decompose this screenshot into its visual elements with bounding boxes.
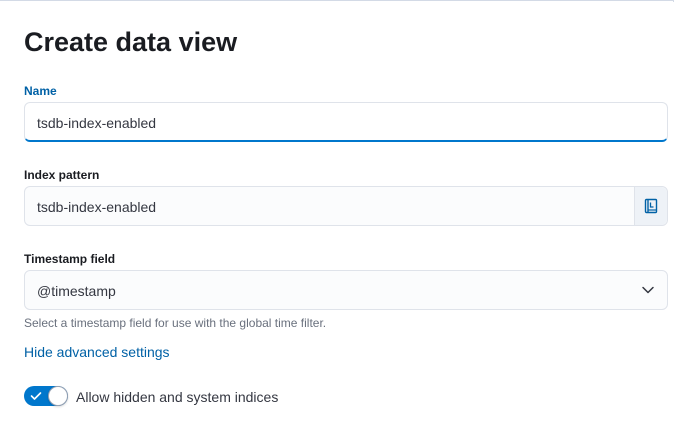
- chevron-down-icon: [642, 286, 654, 294]
- name-input[interactable]: tsdb-index-enabled: [24, 102, 668, 142]
- timestamp-field-select[interactable]: @timestamp: [24, 270, 668, 310]
- page-title: Create data view: [24, 27, 238, 57]
- allow-hidden-indices-label: Allow hidden and system indices: [76, 389, 279, 405]
- panel-top-border: [0, 0, 673, 1]
- index-pattern-input[interactable]: tsdb-index-enabled: [24, 186, 668, 226]
- toggle-knob: [48, 386, 68, 406]
- create-data-view-panel: Create data view Name tsdb-index-enabled…: [0, 0, 676, 424]
- timestamp-field-label: Timestamp field: [24, 252, 116, 266]
- book-icon: [644, 198, 658, 214]
- allow-hidden-indices-toggle[interactable]: [24, 386, 68, 406]
- name-input-value: tsdb-index-enabled: [37, 115, 157, 131]
- timestamp-field-value: @timestamp: [37, 283, 116, 299]
- timestamp-field-help-text: Select a timestamp field for use with th…: [24, 316, 327, 330]
- index-pattern-input-value: tsdb-index-enabled: [37, 199, 157, 215]
- name-label: Name: [24, 84, 57, 98]
- panel-right-border: [673, 0, 674, 2]
- hide-advanced-settings-link[interactable]: Hide advanced settings: [24, 343, 170, 361]
- check-icon: [30, 392, 42, 400]
- index-pattern-label: Index pattern: [24, 168, 100, 182]
- index-pattern-help-button[interactable]: [634, 187, 667, 225]
